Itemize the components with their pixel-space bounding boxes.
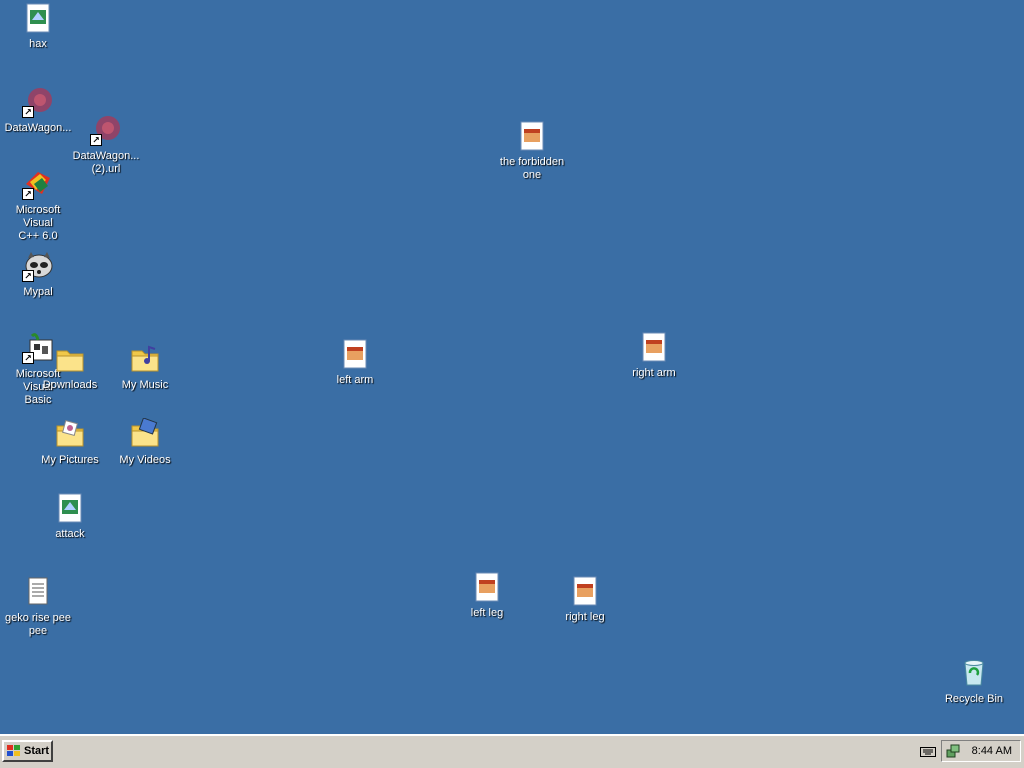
image-file-icon xyxy=(569,575,601,607)
music-folder-icon xyxy=(129,343,161,375)
desktop-icon-label: hax xyxy=(29,38,47,50)
desktop-icon-hax[interactable]: hax xyxy=(0,2,76,51)
desktop-icon-geko-rise-pee-pee[interactable]: geko rise pee pee xyxy=(0,576,76,638)
start-label: Start xyxy=(24,745,50,757)
keyboard-icon[interactable] xyxy=(920,745,936,757)
desktop-icon-label: My Videos xyxy=(119,454,171,466)
text-file-icon xyxy=(22,576,54,608)
image-file-icon xyxy=(22,2,54,34)
url-shortcut-icon: ↗ xyxy=(90,114,122,146)
folder-icon xyxy=(54,343,86,375)
desktop-icon-label: My Pictures xyxy=(41,454,99,466)
recycle-bin-icon xyxy=(958,657,990,689)
desktop-icon-label: Downloads xyxy=(42,379,98,391)
desktop-icon-label: My Music xyxy=(121,379,169,391)
desktop-icon-my-pictures[interactable]: My Pictures xyxy=(32,418,108,467)
desktop-icon-label: DataWagon... xyxy=(4,122,72,134)
desktop-icon-mypal[interactable]: ↗ Mypal xyxy=(0,250,76,299)
image-file-icon xyxy=(471,571,503,603)
desktop-icon-label: Recycle Bin xyxy=(944,693,1004,705)
desktop-icon-right-leg[interactable]: right leg xyxy=(547,575,623,624)
shortcut-arrow-icon: ↗ xyxy=(22,270,34,282)
network-icon[interactable] xyxy=(946,744,960,758)
system-tray: 8:44 AM xyxy=(941,740,1021,762)
taskbar: Start 8:44 AM xyxy=(0,734,1024,768)
shortcut-arrow-icon: ↗ xyxy=(22,106,34,118)
visual-cpp-icon: ↗ xyxy=(22,168,54,200)
desktop-icon-recycle-bin[interactable]: Recycle Bin xyxy=(936,657,1012,706)
shortcut-arrow-icon: ↗ xyxy=(22,188,34,200)
desktop-icon-my-music[interactable]: My Music xyxy=(107,343,183,392)
desktop-icon-datawagon[interactable]: ↗ DataWagon... xyxy=(0,86,76,135)
desktop[interactable]: hax ↗ DataWagon... ↗ DataWagon... (2).ur… xyxy=(0,0,1024,734)
desktop-icon-label: right arm xyxy=(632,367,676,379)
desktop-icon-visual-cpp[interactable]: ↗ Microsoft Visual C++ 6.0 xyxy=(0,168,76,243)
desktop-icon-datawagon-2[interactable]: ↗ DataWagon... (2).url xyxy=(68,114,144,176)
desktop-icon-left-leg[interactable]: left leg xyxy=(449,571,525,620)
desktop-icon-label: Microsoft Visual C++ 6.0 xyxy=(15,204,61,242)
desktop-icon-label: Mypal xyxy=(23,286,53,298)
videos-folder-icon xyxy=(129,417,161,450)
desktop-icon-label: left leg xyxy=(470,607,504,619)
image-file-icon xyxy=(516,120,548,152)
desktop-icon-left-arm[interactable]: left arm xyxy=(317,338,393,387)
clock[interactable]: 8:44 AM xyxy=(972,745,1012,757)
desktop-icon-label: DataWagon... (2).url xyxy=(72,150,140,175)
image-file-icon xyxy=(54,492,86,524)
image-file-icon xyxy=(339,338,371,370)
desktop-icon-label: left arm xyxy=(336,374,374,386)
desktop-icon-the-forbidden-one[interactable]: the forbidden one xyxy=(494,120,570,182)
desktop-icon-attack[interactable]: attack xyxy=(32,492,108,541)
raccoon-icon: ↗ xyxy=(22,250,54,282)
image-file-icon xyxy=(638,331,670,363)
start-button[interactable]: Start xyxy=(2,740,53,762)
desktop-icon-label: the forbidden one xyxy=(499,156,565,181)
desktop-icon-label: right leg xyxy=(565,611,605,623)
windows-logo-icon xyxy=(7,745,20,756)
url-shortcut-icon: ↗ xyxy=(22,86,54,118)
shortcut-arrow-icon: ↗ xyxy=(90,134,102,146)
desktop-icon-label: attack xyxy=(55,528,85,540)
desktop-icon-downloads[interactable]: Downloads xyxy=(32,343,108,392)
desktop-icon-my-videos[interactable]: My Videos xyxy=(107,417,183,467)
desktop-icon-label: geko rise pee pee xyxy=(4,612,72,637)
desktop-icon-right-arm[interactable]: right arm xyxy=(616,331,692,380)
pictures-folder-icon xyxy=(54,418,86,450)
